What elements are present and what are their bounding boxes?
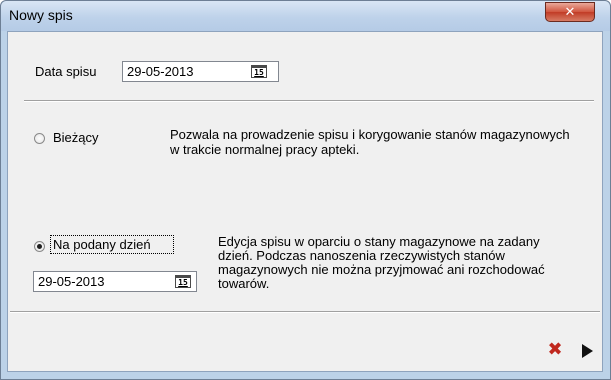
inventory-date-field[interactable]: 29-05-2013 15 <box>122 61 279 82</box>
cancel-x-icon[interactable]: ✖ <box>547 341 563 359</box>
window-title: Nowy spis <box>9 7 73 23</box>
given-day-date-value: 29-05-2013 <box>38 274 105 289</box>
radio-given-day-label[interactable]: Na podany dzień <box>53 237 151 252</box>
given-day-description-line4: towarów. <box>218 276 270 291</box>
close-icon: ✕ <box>564 4 576 20</box>
separator <box>24 100 594 102</box>
calendar-icon-given-day[interactable]: 15 <box>175 275 191 288</box>
current-description-line1: Pozwala na prowadzenie spisu i korygowan… <box>170 127 570 142</box>
calendar-icon[interactable]: 15 <box>251 65 267 78</box>
title-bar[interactable]: Nowy spis ✕ <box>1 1 610 31</box>
radio-given-day[interactable] <box>34 241 45 252</box>
radio-current-label[interactable]: Bieżący <box>53 130 99 145</box>
play-arrow-icon[interactable] <box>582 344 593 358</box>
current-description-line2: w trakcie normalnej pracy apteki. <box>170 142 360 157</box>
inventory-date-value: 29-05-2013 <box>127 64 194 79</box>
separator-bottom <box>10 311 600 313</box>
radio-current[interactable] <box>34 133 45 144</box>
given-day-date-field[interactable]: 29-05-2013 15 <box>33 271 197 292</box>
given-day-description-line3: magazynowych nie można przyjmować ani ro… <box>218 262 545 277</box>
given-day-description-line2: dzień. Podczas nanoszenia rzeczywistych … <box>218 248 505 263</box>
given-day-description-line1: Edycja spisu w oparciu o stany magazynow… <box>218 234 540 249</box>
date-label: Data spisu <box>35 64 97 79</box>
dialog-client-area: Data spisu 29-05-2013 15 Bieżący Pozwala… <box>7 31 603 372</box>
close-button[interactable]: ✕ <box>545 2 595 22</box>
